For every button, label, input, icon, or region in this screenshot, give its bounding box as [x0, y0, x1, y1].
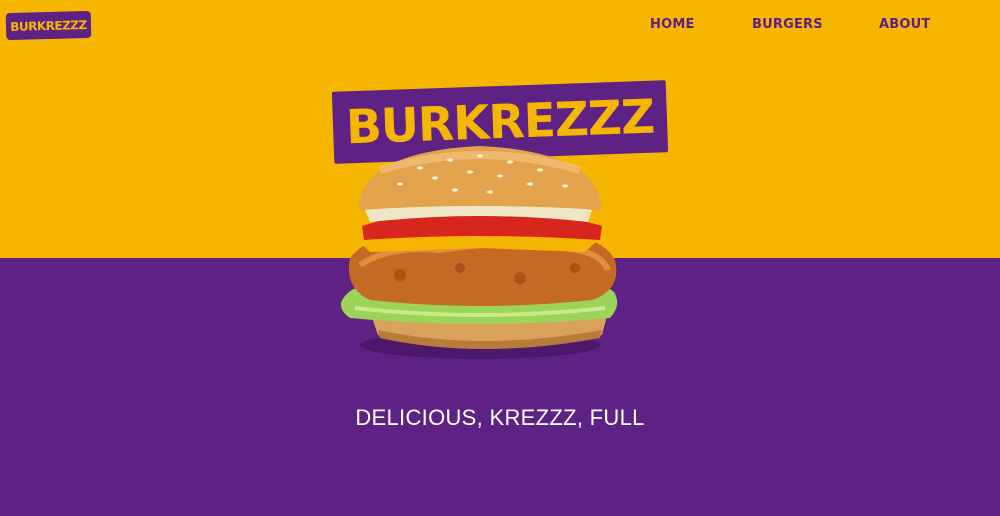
nav-link-home[interactable]: HOME	[650, 17, 695, 32]
nav-link-about[interactable]: ABOUT	[879, 17, 930, 32]
burger-image	[341, 146, 618, 359]
nav-link-burgers[interactable]: BURGERS	[752, 17, 823, 32]
main-nav: HOME BURGERS ABOUT	[0, 17, 1000, 35]
hero-tagline: DELICIOUS, KREZZZ, FULL	[355, 405, 645, 430]
